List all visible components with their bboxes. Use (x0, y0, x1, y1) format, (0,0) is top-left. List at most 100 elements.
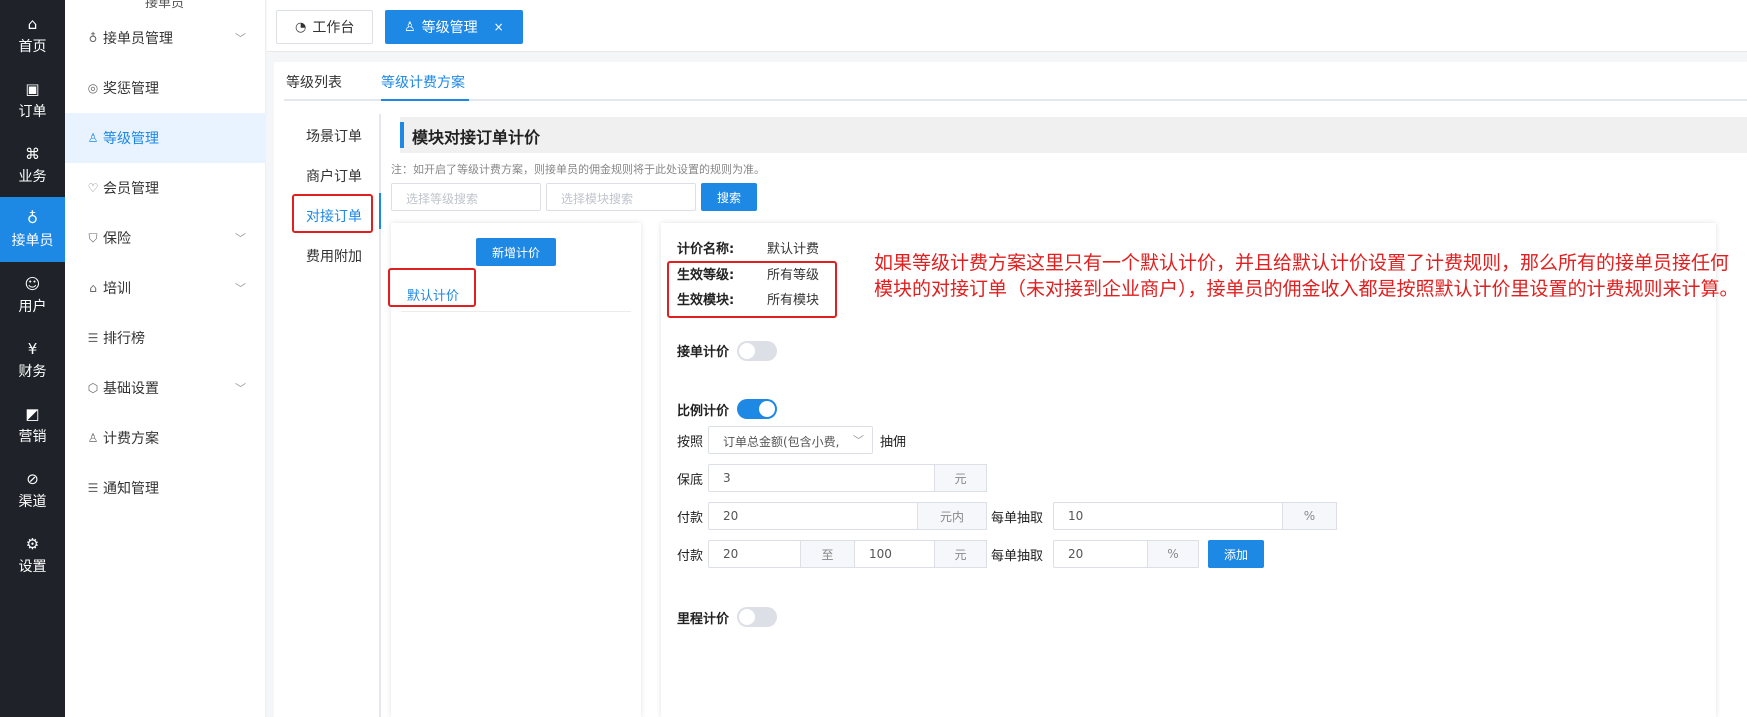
annotation-highlight-vtab (292, 194, 373, 233)
ratio-pricing-toggle[interactable] (737, 399, 777, 419)
each-rate-unit-1: % (1282, 502, 1337, 530)
order-pricing-toggle[interactable] (737, 341, 777, 361)
order-icon: ▣ (25, 79, 40, 98)
apps-icon: ⌘ (25, 144, 40, 163)
sidebar-item-members[interactable]: ♡ 会员管理 (65, 163, 266, 213)
bike-icon: ♁ (27, 209, 38, 227)
vip-icon: ♡ (87, 181, 99, 195)
search-button[interactable]: 搜索 (701, 183, 757, 211)
tab-level-list[interactable]: 等级列表 (286, 72, 342, 92)
sidebar-item-notifications[interactable]: ☰ 通知管理 (65, 463, 266, 513)
pay-from-input[interactable]: 20 (708, 540, 801, 568)
mileage-pricing-label: 里程计价 (677, 612, 730, 627)
list-icon: ☰ (87, 331, 99, 345)
chevron-down-icon: ﹀ (235, 32, 246, 45)
rail-item-channel[interactable]: ⊘ 渠道 (0, 461, 65, 519)
pricing-name-label: 计价名称: (677, 242, 735, 257)
shield-icon: ⛉ (88, 230, 98, 245)
each-rate-input-2[interactable]: 20 (1053, 540, 1148, 568)
rail-item-orders[interactable]: ▣ 订单 (0, 71, 65, 129)
pay-within-unit: 元内 (917, 502, 987, 530)
vtab-scene-orders[interactable]: 场景订单 (306, 126, 362, 146)
rail-item-label: 接单员 (11, 233, 54, 249)
floor-input[interactable]: 3 (708, 464, 935, 492)
rail-item-label: 业务 (18, 168, 47, 185)
tab-level-management[interactable]: ♙ 等级管理 × (385, 10, 523, 44)
pay-to-input[interactable]: 100 (854, 540, 935, 568)
level-search-select[interactable]: 选择等级搜索 (391, 183, 541, 211)
rail-item-settings[interactable]: ⚙ 设置 (0, 526, 65, 584)
sidebar-item-rewards[interactable]: ◎ 奖惩管理 (65, 63, 266, 113)
sidebar-item-label: 会员管理 (103, 181, 159, 197)
toggle-knob (739, 343, 755, 359)
pay-to-unit: 元 (934, 540, 987, 568)
section-accent-bar (400, 122, 404, 148)
bike-icon: ♁ (88, 31, 98, 45)
sidebar-item-ranking[interactable]: ☰ 排行榜 (65, 313, 266, 363)
rail-item-label: 订单 (18, 103, 47, 120)
sidebar-item-label: 保险 (103, 231, 131, 247)
module-search-select[interactable]: 选择模块搜索 (546, 183, 696, 211)
rail-item-marketing[interactable]: ◩ 营销 (0, 396, 65, 454)
sidebar-item-label: 基础设置 (103, 381, 159, 397)
rail-item-couriers[interactable]: ♁ 接单员 (0, 197, 65, 262)
rail-item-label: 营销 (18, 428, 47, 445)
sidebar-item-label: 奖惩管理 (103, 81, 159, 97)
school-icon: ⌂ (89, 281, 97, 295)
sidebar-item-courier-management[interactable]: ♁ 接单员管理 ﹀ (65, 13, 266, 63)
ratio-pricing-label: 比例计价 (677, 404, 730, 419)
each-label-1: 每单抽取 (991, 511, 1044, 526)
active-vtab-indicator (379, 193, 381, 229)
chevron-down-icon: ﹀ (235, 232, 246, 245)
annotation-text: 如果等级计费方案这里只有一个默认计价，并且给默认计价设置了计费规则，那么所有的接… (874, 252, 1739, 300)
select-value: 订单总金额(包含小费, (723, 435, 840, 449)
floor-label: 保底 (677, 473, 704, 488)
pay-label-2: 付款 (677, 549, 704, 564)
rail-item-finance[interactable]: ¥ 财务 (0, 331, 65, 389)
tab-label: 工作台 (312, 20, 355, 36)
vtab-extra-fees[interactable]: 费用附加 (306, 246, 362, 266)
sidebar-item-label: 培训 (103, 281, 131, 297)
toggle-knob (739, 609, 755, 625)
toggle-knob (759, 401, 775, 417)
page-tabs-bar: ◔ 工作台 ♙ 等级管理 × (267, 0, 1747, 52)
sidebar-item-billing-plans[interactable]: ♙ 计费方案 (65, 413, 266, 463)
sidebar-caption: 接单员 (145, 0, 185, 11)
sidebar-item-label: 接单员管理 (103, 31, 173, 47)
users-icon: ♙ (87, 431, 99, 445)
commission-base-select[interactable]: 订单总金额(包含小费, ﹀ (708, 426, 873, 454)
active-tab-indicator (381, 99, 469, 101)
sidebar-item-label: 等级管理 (103, 131, 159, 147)
sidebar-item-levels[interactable]: ♙ 等级管理 (65, 113, 266, 163)
sidebar-item-training[interactable]: ⌂ 培训 ﹀ (65, 263, 266, 313)
chevron-down-icon: ﹀ (853, 434, 864, 447)
sidebar-item-label: 通知管理 (103, 481, 159, 497)
sidebar-item-insurance[interactable]: ⛉ 保险 ﹀ (65, 213, 266, 263)
section-title: 模块对接订单计价 (412, 128, 541, 147)
compass-icon: ⊘ (26, 469, 39, 488)
user-icon: ☺ (24, 274, 41, 293)
rail-item-users[interactable]: ☺ 用户 (0, 266, 65, 324)
chevron-down-icon: ﹀ (235, 282, 246, 295)
tab-level-billing[interactable]: 等级计费方案 (381, 72, 465, 92)
annotation-highlight-scope (667, 261, 837, 318)
vtab-merchant-orders[interactable]: 商户订单 (306, 166, 362, 186)
tabs-divider (284, 99, 1747, 101)
mileage-pricing-toggle[interactable] (737, 607, 777, 627)
add-rule-button[interactable]: 添加 (1208, 540, 1264, 568)
sidebar-item-basic-settings[interactable]: ⬡ 基础设置 ﹀ (65, 363, 266, 413)
pay-within-input[interactable]: 20 (708, 502, 918, 530)
add-pricing-button[interactable]: 新增计价 (476, 238, 556, 266)
rail-item-business[interactable]: ⌘ 业务 (0, 136, 65, 194)
close-icon[interactable]: × (494, 20, 504, 34)
users-icon: ♙ (87, 131, 99, 145)
tab-workbench[interactable]: ◔ 工作台 (276, 10, 374, 44)
each-label-2: 每单抽取 (991, 549, 1044, 564)
yen-icon: ¥ (27, 339, 38, 358)
order-pricing-label: 接单计价 (677, 345, 730, 360)
rail-item-home[interactable]: ⌂ 首页 (0, 6, 65, 64)
each-rate-input-1[interactable]: 10 (1053, 502, 1283, 530)
by-label: 按照 (677, 435, 704, 450)
annotation-highlight-default-pricing (388, 268, 476, 307)
hexagon-icon: ⬡ (87, 381, 99, 395)
